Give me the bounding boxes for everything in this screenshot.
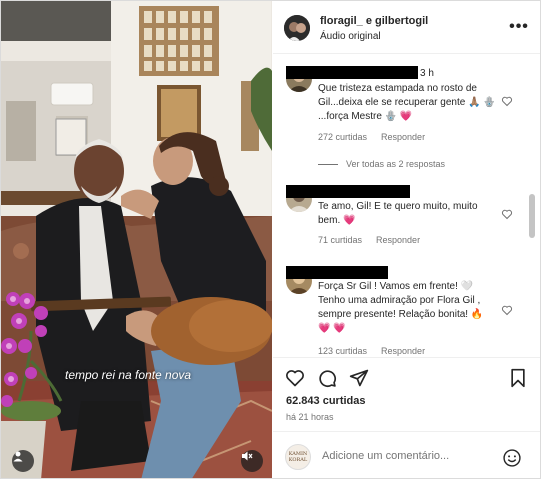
comment-meta: 272 curtidas Responder (318, 132, 439, 142)
post-actions: 62.843 curtidas há 21 horas (273, 357, 540, 430)
comment-text: Te amo, Gil! E te quero muito, muito bem… (318, 201, 478, 226)
speaker-muted-icon (242, 451, 253, 461)
comment-input[interactable] (322, 450, 492, 462)
post-time[interactable]: há 21 horas (286, 412, 334, 422)
comment-text: Que tristeza estampada no rosto de Gil..… (318, 83, 496, 122)
avatar-logo-text: KAMIN KORAL (288, 451, 308, 463)
mute-button[interactable] (241, 450, 263, 472)
heart-icon[interactable] (285, 368, 305, 388)
heart-icon[interactable] (501, 208, 513, 220)
divider (318, 163, 338, 165)
comment-like-count[interactable]: 272 curtidas (318, 132, 367, 142)
reply-button[interactable]: Responder (381, 346, 425, 356)
reply-button[interactable]: Responder (376, 235, 420, 245)
comment-like-count[interactable]: 71 curtidas (318, 235, 362, 245)
heart-icon[interactable] (501, 304, 513, 316)
audio-label[interactable]: Áudio original (320, 31, 381, 42)
tagged-users-button[interactable] (12, 450, 34, 472)
post-video[interactable]: tempo rei na fonte nova (1, 1, 272, 478)
comment-icon[interactable] (317, 368, 337, 388)
author-names[interactable]: floragil_ e gilbertogil (320, 15, 428, 27)
post-dialog: tempo rei na fonte nova floragil_ e gilb… (0, 0, 541, 479)
comment-text: Força Sr Gil ! Vamos em frente! 🤍 Tenho … (318, 281, 484, 334)
redacted-username (286, 66, 418, 79)
add-comment-bar: KAMIN KORAL (273, 431, 540, 478)
view-replies-button[interactable]: Ver todas as 2 respostas (318, 159, 445, 169)
comments-list[interactable]: 3 h Que tristeza estampada no rosto de G… (273, 54, 540, 357)
like-count[interactable]: 62.843 curtidas (286, 395, 366, 407)
comment-like-count[interactable]: 123 curtidas (318, 346, 367, 356)
user-icon (13, 451, 23, 462)
reply-button[interactable]: Responder (381, 132, 425, 142)
comment-meta: 123 curtidas Responder (318, 346, 439, 356)
comment-meta: 71 curtidas Responder (318, 235, 434, 245)
post-header: floragil_ e gilbertogil Áudio original •… (273, 1, 540, 54)
share-icon[interactable] (349, 368, 369, 388)
video-frame (1, 1, 272, 478)
redacted-username (286, 185, 410, 198)
emoji-icon[interactable] (502, 448, 522, 468)
current-user-avatar[interactable]: KAMIN KORAL (285, 444, 311, 470)
more-horizontal-icon[interactable]: ••• (509, 17, 529, 37)
comment-time: 3 h (420, 68, 434, 79)
author-avatar[interactable] (284, 15, 310, 41)
bookmark-icon[interactable] (508, 368, 528, 388)
redacted-username (286, 266, 388, 279)
video-caption-overlay: tempo rei na fonte nova (65, 368, 192, 382)
heart-icon[interactable] (501, 95, 513, 107)
comments-scrollbar[interactable] (529, 194, 535, 238)
post-side-panel: floragil_ e gilbertogil Áudio original •… (273, 1, 540, 478)
view-replies-label: Ver todas as 2 respostas (346, 159, 446, 169)
